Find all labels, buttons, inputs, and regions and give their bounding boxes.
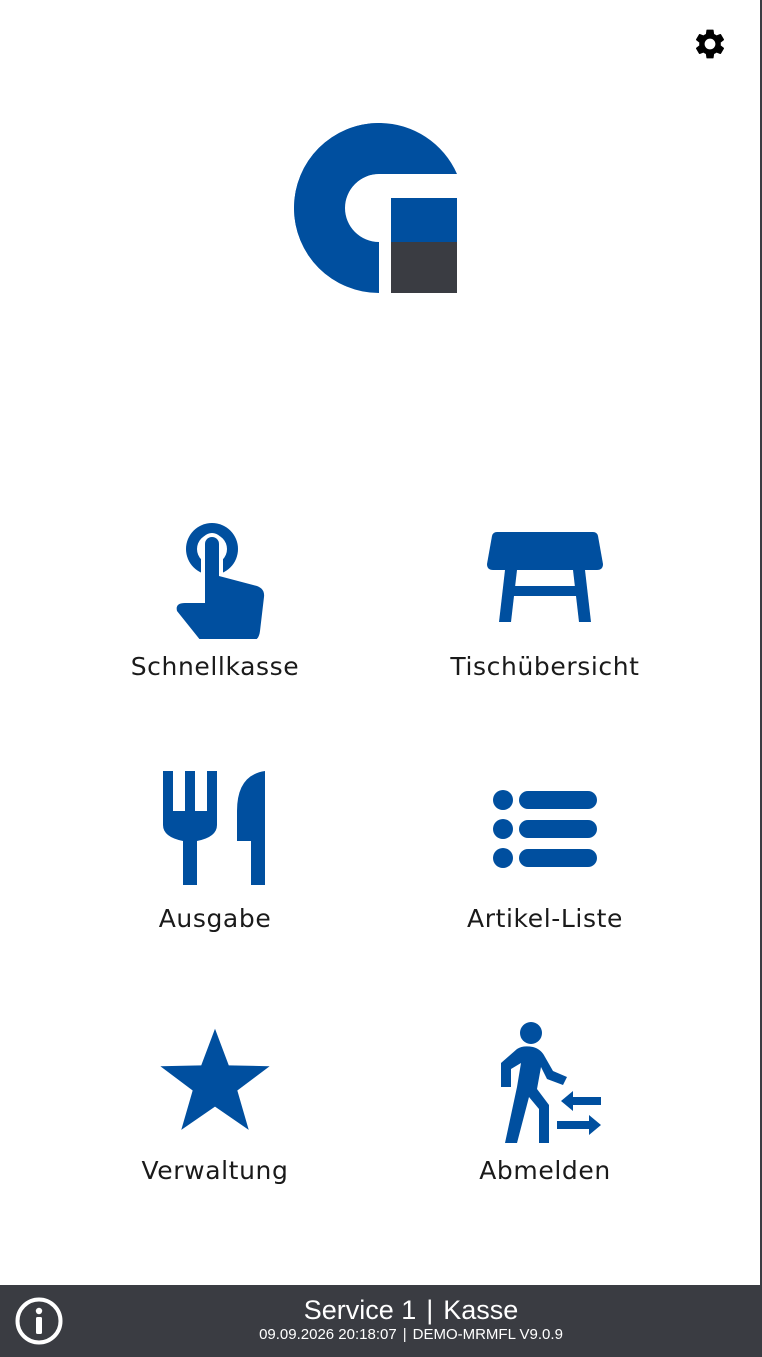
device-version-text: DEMO-MRMFL V9.0.9	[412, 1326, 563, 1343]
main-screen: Schnellkasse Tischübersicht Ausgabe Arti…	[0, 0, 762, 1357]
info-circle-icon	[15, 1297, 63, 1345]
datetime-text: 09.09.2026 20:18:07	[259, 1326, 397, 1343]
user-name: Service 1	[303, 1295, 417, 1325]
title-separator: |	[426, 1295, 434, 1325]
tile-label: Ausgabe	[158, 904, 272, 933]
g-brand-logo	[294, 122, 457, 293]
brand-logo	[292, 122, 460, 296]
settings-button[interactable]	[692, 26, 728, 62]
tile-label: Schnellkasse	[130, 652, 300, 681]
walking-person-exchange-icon	[501, 1022, 601, 1143]
tile-artikel-liste[interactable]: Artikel-Liste	[395, 764, 695, 954]
fork-knife-icon	[163, 771, 265, 885]
touch-finger-icon	[176, 523, 265, 639]
tile-ausgabe[interactable]: Ausgabe	[65, 764, 365, 954]
footer-status-bar: Service 1 | Kasse 09.09.2026 20:18:07 | DEMO…	[0, 1285, 762, 1357]
tile-label: Artikel-Liste	[467, 904, 623, 933]
tile-label: Tischübersicht	[450, 652, 640, 681]
tile-verwaltung[interactable]: Verwaltung	[65, 1016, 365, 1206]
table-icon	[487, 532, 603, 622]
tile-tischuebersicht[interactable]: Tischübersicht	[395, 512, 695, 702]
gear-icon	[695, 29, 725, 59]
footer-title: Service 1 | Kasse	[80, 1294, 742, 1326]
info-button[interactable]	[14, 1296, 64, 1346]
star-icon	[160, 1028, 270, 1130]
tile-abmelden[interactable]: Abmelden	[395, 1016, 695, 1206]
list-icon	[493, 790, 597, 868]
tile-label: Abmelden	[479, 1156, 611, 1185]
tile-label: Verwaltung	[141, 1156, 289, 1185]
footer-subtitle: 09.09.2026 20:18:07 | DEMO-MRMFL V9.0.9	[80, 1326, 742, 1344]
register-name: Kasse	[443, 1295, 519, 1325]
tile-schnellkasse[interactable]: Schnellkasse	[65, 512, 365, 702]
sub-separator: |	[402, 1326, 407, 1343]
